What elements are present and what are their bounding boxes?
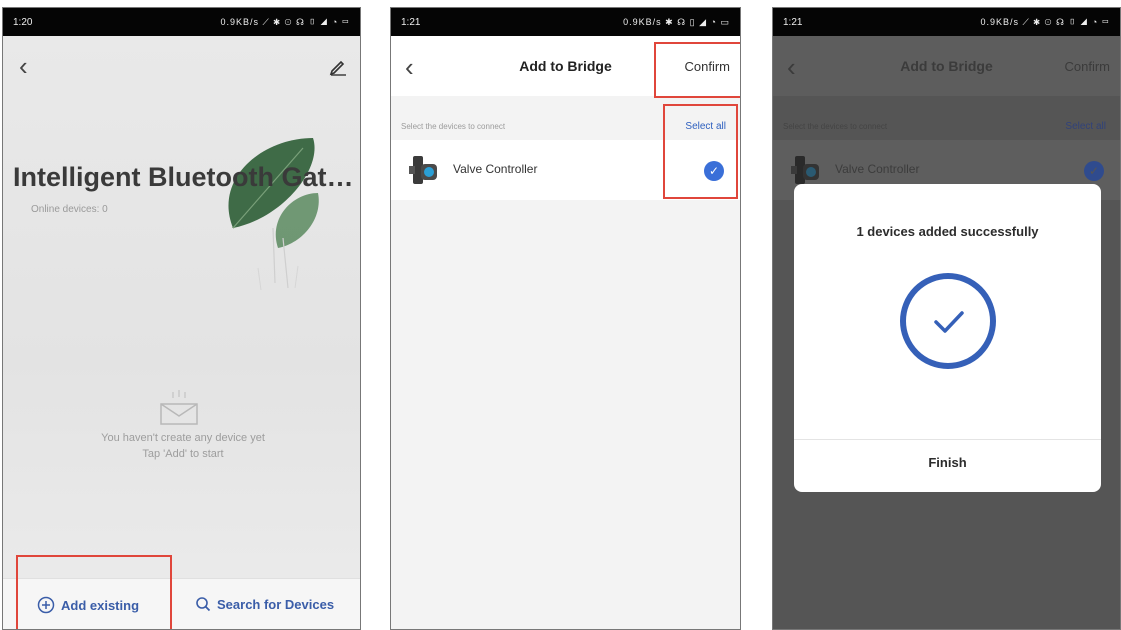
valve-controller-icon	[791, 156, 819, 184]
empty-message: You haven't create any device yet	[101, 432, 265, 444]
device-name: Valve Controller	[453, 162, 538, 176]
empty-hint: Tap 'Add' to start	[142, 448, 224, 460]
device-name: Valve Controller	[835, 162, 920, 176]
status-time: 1:21	[783, 16, 803, 28]
online-devices-count: Online devices: 0	[31, 204, 108, 215]
status-icons: 0.9KB/s ⟋ ✱ ⊙ ☊ ▯ ◢ ◔ ▭	[220, 16, 350, 27]
nav-bar: ‹ Add to Bridge Confirm	[773, 36, 1120, 96]
plant-decoration	[228, 138, 319, 291]
finish-button[interactable]: Finish	[794, 455, 1101, 470]
gateway-title: Intelligent Bluetooth Gat…	[13, 162, 354, 192]
dialog-title: 1 devices added successfully	[856, 224, 1039, 239]
search-devices-label: Search for Devices	[217, 596, 335, 612]
valve-controller-icon	[409, 156, 437, 184]
checkmark-selected-icon: ✓	[1084, 161, 1104, 181]
status-icons: 0.9KB/s ✱ ☊ ▯ ◢ ◔ ▭	[623, 16, 730, 27]
phone-screen-add-to-bridge: 1:21 0.9KB/s ✱ ☊ ▯ ◢ ◔ ▭ ‹ Add to Bridge…	[390, 7, 741, 630]
status-icons: 0.9KB/s ⟋ ✱ ⊙ ☊ ▯ ◢ ◔ ▭	[980, 16, 1110, 27]
select-all-button: Select all	[1065, 121, 1106, 132]
success-check-circle-icon	[900, 273, 996, 369]
empty-box-icon	[160, 390, 198, 425]
success-dialog: 1 devices added successfully Finish	[794, 184, 1101, 492]
status-time: 1:21	[401, 16, 421, 28]
highlight-add-existing	[16, 555, 172, 629]
phone-screen-success-dialog: 1:21 0.9KB/s ⟋ ✱ ⊙ ☊ ▯ ◢ ◔ ▭ ‹ Add to Br…	[772, 7, 1121, 630]
highlight-select-all	[663, 104, 738, 199]
back-chevron-icon[interactable]: ‹	[19, 53, 28, 79]
status-bar: 1:21 0.9KB/s ✱ ☊ ▯ ◢ ◔ ▭	[391, 8, 740, 36]
highlight-confirm	[654, 42, 740, 98]
select-devices-hint: Select the devices to connect	[783, 122, 888, 131]
pencil-icon[interactable]	[328, 56, 348, 76]
phone-screen-gateway: 1:20 0.9KB/s ⟋ ✱ ⊙ ☊ ▯ ◢ ◔ ▭ ‹ Intellige…	[2, 7, 361, 630]
status-time: 1:20	[13, 16, 33, 28]
status-bar: 1:21 0.9KB/s ⟋ ✱ ⊙ ☊ ▯ ◢ ◔ ▭	[773, 8, 1120, 36]
device-list-header: Select the devices to connect Select all	[773, 118, 1120, 138]
dialog-divider	[794, 439, 1101, 440]
select-devices-hint: Select the devices to connect	[401, 122, 506, 131]
status-bar: 1:20 0.9KB/s ⟋ ✱ ⊙ ☊ ▯ ◢ ◔ ▭	[3, 8, 360, 36]
search-devices-button[interactable]: Search for Devices	[195, 596, 334, 612]
search-icon	[196, 597, 211, 612]
confirm-button: Confirm	[1064, 59, 1110, 74]
